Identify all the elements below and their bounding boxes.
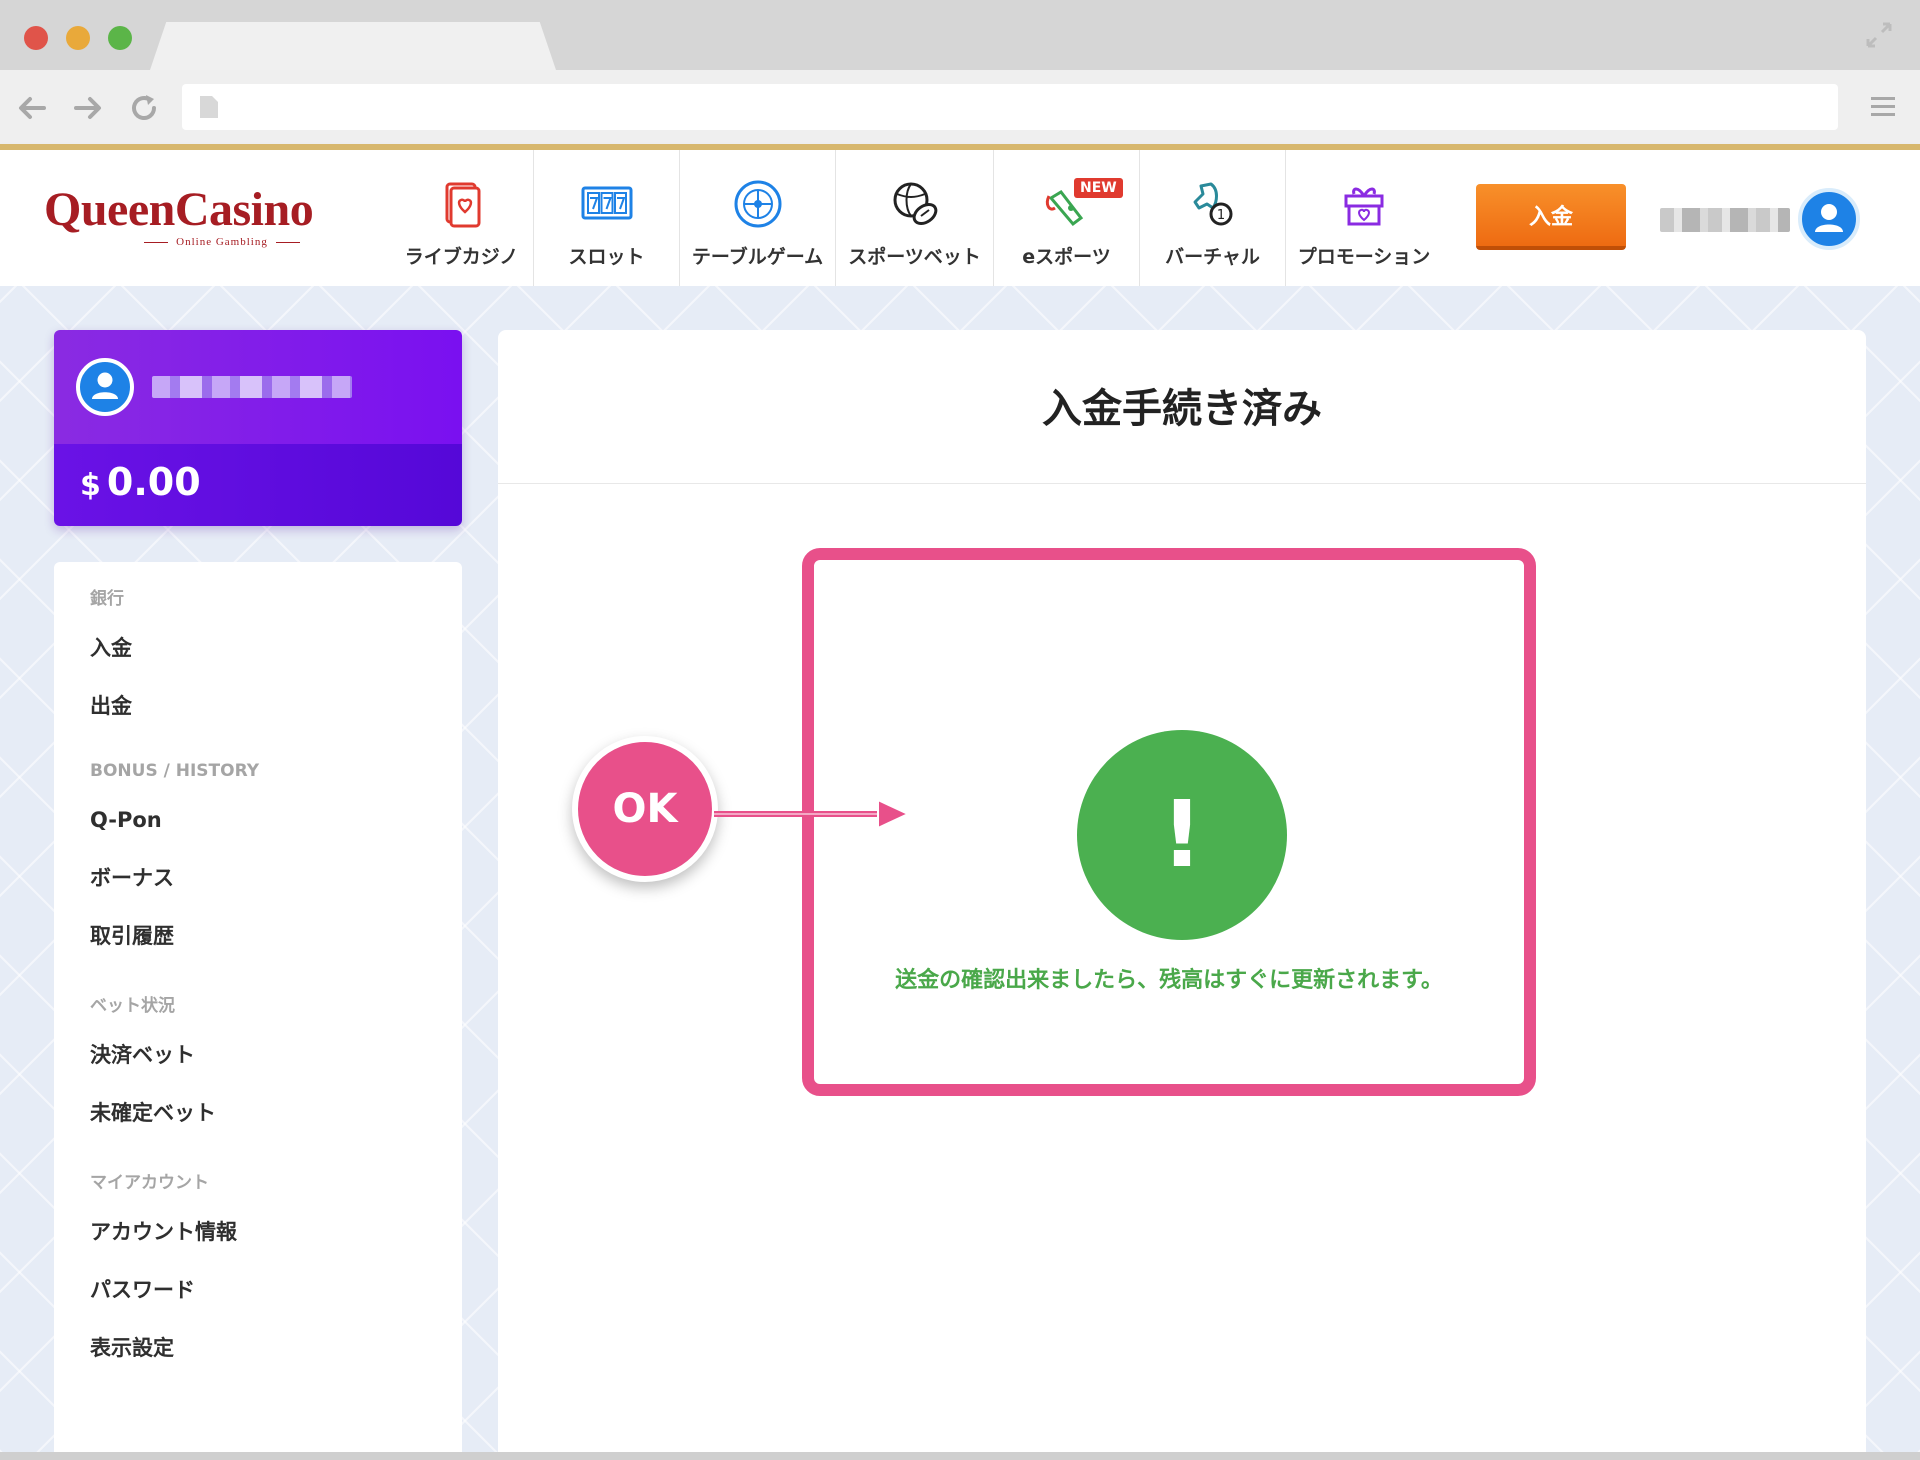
address-bar[interactable] [182,84,1838,130]
fullscreen-icon[interactable] [1864,20,1894,50]
menu-section-my-account: マイアカウント アカウント情報 パスワード 表示設定 [54,1168,462,1377]
account-side-menu: 銀行 入金 出金 BONUS / HISTORY Q-Pon ボーナス 取引履歴… [54,562,462,1452]
zoom-window-button[interactable] [108,26,132,50]
new-badge: NEW [1074,178,1123,198]
nav-label: スポーツベット [848,246,981,268]
deposit-button[interactable]: 入金 [1476,184,1626,250]
live-casino-card-icon [445,182,480,228]
account-username-blurred [152,376,352,398]
browser-title-bar [0,0,1920,70]
menu-section-bet-status: ベット状況 決済ベット 未確定ベット [54,991,462,1142]
roulette-icon [734,180,781,228]
arrow-right-icon [714,798,910,830]
nav-label: スロット [568,246,645,268]
nav-item-promotion[interactable]: プロモーション [1286,150,1442,286]
menu-item-deposit[interactable]: 入金 [90,619,426,677]
menu-item-pending-bets[interactable]: 未確定ベット [90,1084,426,1142]
page-document-icon [200,96,218,118]
browser-tab[interactable] [150,22,556,70]
ok-badge: OK [572,736,718,882]
virtual-horse-icon: 1 [1193,182,1232,226]
balance-card: $0.00 [54,330,462,526]
gift-box-icon [1344,187,1384,226]
sports-ball-icon [893,182,937,226]
user-avatar-icon [92,372,118,399]
nav-label: eスポーツ [1022,246,1111,268]
main-nav: ライブカジノ スロット テーブルゲーム スポーツベット NEW eスポーツ 1 … [390,150,1442,286]
nav-item-virtual[interactable]: 1 バーチャル [1140,150,1286,286]
nav-item-slots[interactable]: スロット [534,150,680,286]
minimize-window-button[interactable] [66,26,90,50]
balance-display: $0.00 [54,444,462,526]
slot-machine-icon [581,186,632,220]
browser-bottom-edge [0,1452,1920,1460]
browser-toolbar [0,70,1920,144]
site-header: QueenCasino Online Gambling ライブカジノ スロット [0,144,1920,286]
menu-item-password[interactable]: パスワード [90,1261,426,1319]
menu-item-transaction-history[interactable]: 取引履歴 [90,907,426,965]
reload-icon[interactable] [126,90,162,126]
menu-heading: ベット状況 [90,996,175,1016]
nav-item-esports[interactable]: NEW eスポーツ [994,150,1140,286]
status-exclamation-icon: ! [1077,730,1287,940]
menu-item-settled-bets[interactable]: 決済ベット [90,1026,426,1084]
back-arrow-icon[interactable] [14,90,50,126]
status-message: 送金の確認出来ましたら、残高はすぐに更新されます。 [895,968,1443,993]
user-avatar-icon [1815,204,1843,232]
close-window-button[interactable] [24,26,48,50]
nav-item-sports-bet[interactable]: スポーツベット [836,150,994,286]
page-title: 入金手続き済み [498,330,1866,484]
nav-label: プロモーション [1297,246,1431,268]
nav-label: テーブルゲーム [691,246,824,268]
menu-item-bonus[interactable]: ボーナス [90,849,426,907]
nav-label: ライブカジノ [404,246,519,268]
user-avatar[interactable] [1798,188,1860,250]
logo-wordmark: QueenCasino [44,183,314,236]
nav-label: バーチャル [1165,246,1260,268]
nav-item-table-games[interactable]: テーブルゲーム [680,150,836,286]
menu-item-q-pon[interactable]: Q-Pon [90,791,426,849]
currency-symbol: $ [80,468,101,503]
menu-section-bank: 銀行 入金 出金 [54,584,462,735]
menu-item-display-settings[interactable]: 表示設定 [90,1319,426,1377]
account-avatar [76,358,134,416]
logo-tagline: Online Gambling [44,236,376,248]
balance-amount: 0.00 [106,460,201,504]
menu-item-withdraw[interactable]: 出金 [90,677,426,735]
header-username-blurred [1660,208,1790,232]
forward-arrow-icon[interactable] [70,90,106,126]
hamburger-menu-icon[interactable] [1868,92,1898,122]
menu-heading: 銀行 [90,589,124,609]
menu-heading: マイアカウント [90,1173,209,1193]
nav-item-live-casino[interactable]: ライブカジノ [390,150,534,286]
menu-section-bonus-history: BONUS / HISTORY Q-Pon ボーナス 取引履歴 [54,761,462,965]
svg-text:1: 1 [1216,208,1224,223]
balance-card-header [54,330,462,444]
menu-item-account-info[interactable]: アカウント情報 [90,1203,426,1261]
menu-heading: BONUS / HISTORY [90,761,260,781]
queen-casino-logo[interactable]: QueenCasino Online Gambling [44,186,376,250]
